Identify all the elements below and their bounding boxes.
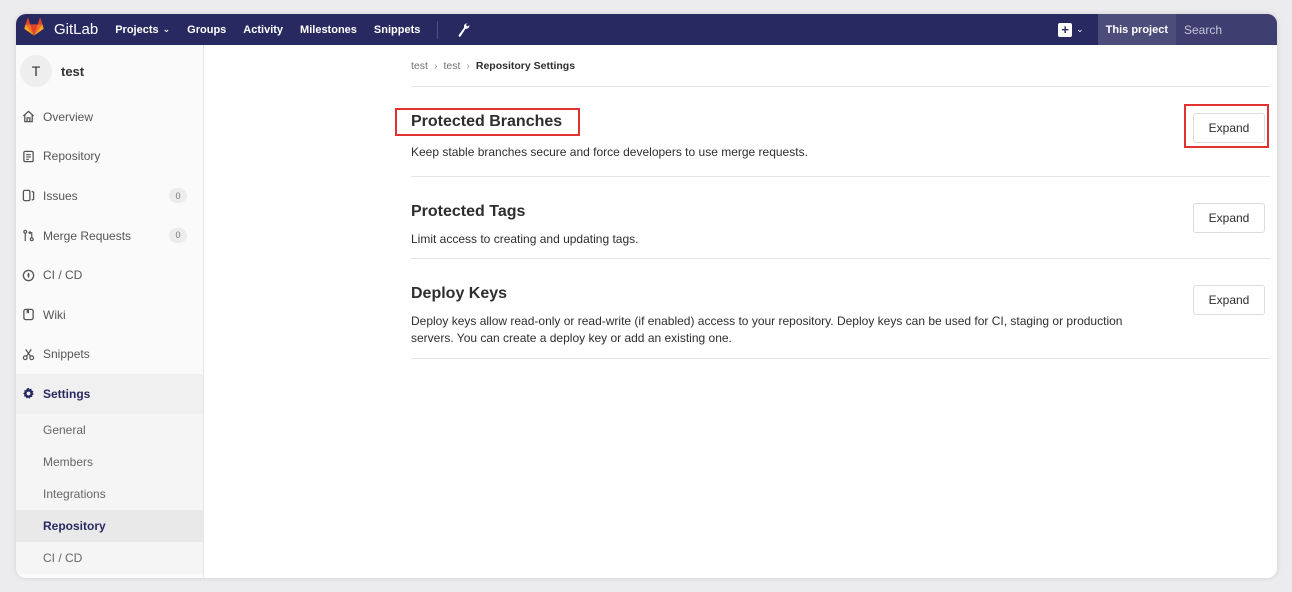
issues-count-badge: 0 — [169, 188, 187, 204]
project-name: test — [61, 63, 85, 79]
issues-icon — [21, 189, 35, 203]
settings-section-protected-tags: Protected Tags Limit access to creating … — [411, 177, 1270, 259]
home-icon — [21, 110, 35, 124]
expand-button[interactable]: Expand — [1193, 113, 1265, 143]
gear-icon — [21, 387, 35, 401]
plus-square-icon: + — [1058, 22, 1073, 37]
main-content: test › test › Repository Settings Protec… — [394, 45, 1270, 359]
section-description: Deploy keys allow read-only or read-writ… — [411, 314, 1123, 345]
book-icon — [21, 308, 35, 322]
section-description: Limit access to creating and updating ta… — [411, 232, 639, 246]
sidebar-item-label: CI / CD — [43, 268, 83, 283]
sidebar-item-label: Settings — [43, 386, 91, 401]
breadcrumb-chevron-icon: › — [433, 59, 438, 72]
section-title: Protected Branches — [394, 108, 581, 136]
merge-request-icon — [21, 229, 35, 243]
chevron-down-icon: ⌄ — [1076, 24, 1084, 34]
search-scope-label[interactable]: This project — [1097, 14, 1176, 45]
sidebar-item-overview[interactable]: Overview — [16, 97, 203, 137]
sidebar-item-wiki[interactable]: Wiki — [16, 295, 203, 335]
rocket-icon — [21, 268, 35, 282]
browser-window: GitLab Projects ⌄ Groups Activity Milest… — [16, 14, 1277, 578]
nav-links: Projects ⌄ Groups Activity Milestones Sn… — [115, 14, 470, 45]
merge-requests-count-badge: 0 — [169, 227, 187, 243]
sidebar-subitem-ci-cd[interactable]: CI / CD — [16, 541, 203, 574]
nav-link-groups[interactable]: Groups — [187, 24, 226, 36]
top-navbar: GitLab Projects ⌄ Groups Activity Milest… — [16, 14, 1277, 45]
sidebar-item-label: Snippets — [43, 347, 90, 362]
breadcrumb-current: Repository Settings — [475, 59, 576, 72]
sidebar-item-merge-requests[interactable]: Merge Requests 0 — [16, 216, 203, 256]
sidebar-project-header[interactable]: T test — [16, 45, 203, 97]
nav-link-milestones[interactable]: Milestones — [300, 24, 357, 36]
sidebar-subitem-members[interactable]: Members — [16, 445, 203, 478]
breadcrumb-link[interactable]: test — [411, 60, 428, 72]
sidebar-item-label: Merge Requests — [43, 228, 132, 243]
settings-section-deploy-keys: Deploy Keys Deploy keys allow read-only … — [411, 259, 1270, 359]
breadcrumb-link[interactable]: test — [443, 60, 460, 72]
expand-button[interactable]: Expand — [1193, 285, 1265, 315]
settings-section-protected-branches: Protected Branches Keep stable branches … — [394, 87, 1270, 177]
brand[interactable]: GitLab — [24, 14, 98, 45]
project-avatar: T — [20, 55, 52, 87]
section-title: Protected Tags — [411, 203, 526, 220]
doc-icon — [21, 149, 35, 163]
search-input[interactable] — [1176, 14, 1277, 45]
breadcrumb: test › test › Repository Settings — [411, 45, 1270, 87]
nav-right: + ⌄ This project — [1058, 14, 1277, 45]
gitlab-logo-icon — [24, 17, 44, 41]
section-description: Keep stable branches secure and force de… — [411, 145, 808, 159]
sidebar-subitem-repository[interactable]: Repository — [16, 509, 203, 542]
sidebar-subitem-general[interactable]: General — [16, 413, 203, 446]
nav-link-projects[interactable]: Projects ⌄ — [115, 24, 170, 36]
sidebar-item-label: Repository — [43, 149, 101, 164]
sidebar-item-label: Wiki — [43, 307, 66, 322]
sidebar-settings-section: Settings General Members Integrations Re… — [16, 374, 203, 574]
chevron-down-icon: ⌄ — [162, 24, 171, 34]
sidebar-item-issues[interactable]: Issues 0 — [16, 176, 203, 216]
sidebar-item-repository[interactable]: Repository — [16, 137, 203, 177]
nav-link-snippets[interactable]: Snippets — [374, 24, 420, 36]
new-dropdown-button[interactable]: + ⌄ — [1058, 22, 1084, 37]
brand-name: GitLab — [54, 21, 99, 38]
sidebar-item-snippets[interactable]: Snippets — [16, 335, 203, 375]
sidebar-item-ci-cd[interactable]: CI / CD — [16, 255, 203, 295]
breadcrumb-chevron-icon: › — [466, 59, 470, 72]
expand-button[interactable]: Expand — [1193, 203, 1265, 233]
sidebar-item-settings[interactable]: Settings — [16, 374, 203, 414]
nav-link-activity[interactable]: Activity — [243, 24, 283, 36]
sidebar-item-label: Overview — [43, 109, 94, 124]
sidebar-item-label: Issues — [43, 188, 78, 203]
sidebar-subitem-integrations[interactable]: Integrations — [16, 477, 203, 510]
project-sidebar: T test Overview Repository Issues 0 Merg… — [16, 45, 204, 578]
admin-wrench-icon[interactable] — [458, 22, 470, 37]
scissors-icon — [21, 347, 35, 361]
section-title: Deploy Keys — [411, 285, 508, 302]
nav-link-label: Projects — [115, 23, 159, 36]
nav-divider — [437, 20, 439, 39]
